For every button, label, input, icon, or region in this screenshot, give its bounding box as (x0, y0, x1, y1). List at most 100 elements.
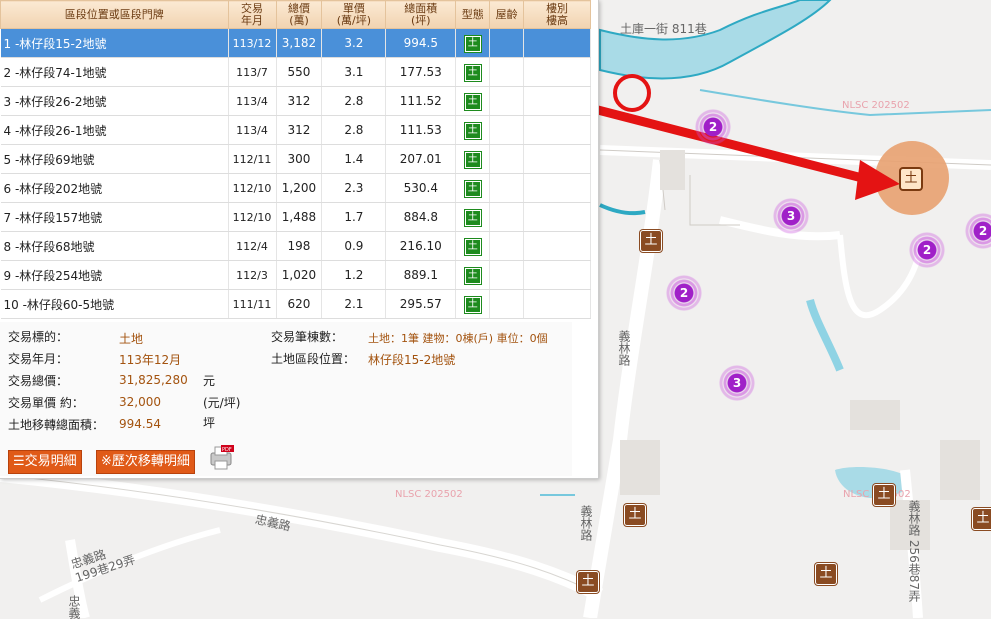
cell-unit-price: 0.9 (321, 231, 387, 261)
table-row[interactable]: 2 -林仔段74-1地號 113/7 550 3.1 177.53 土 (0, 57, 591, 87)
table-row[interactable]: 5 -林仔段69地號 112/11 300 1.4 207.01 土 (0, 144, 591, 174)
land-type-icon: 土 (464, 151, 481, 168)
table-row[interactable]: 3 -林仔段26-2地號 113/4 312 2.8 111.52 土 (0, 86, 591, 116)
cell-location: 3 -林仔段26-2地號 (0, 86, 229, 116)
cluster-marker[interactable]: 3 (773, 198, 809, 234)
land-type-icon: 土 (464, 209, 481, 226)
cell-unit-price: 2.3 (321, 173, 387, 203)
header-location[interactable]: 區段位置或區段門牌 (0, 0, 229, 29)
cell-location: 2 -林仔段74-1地號 (0, 57, 229, 87)
land-marker[interactable]: 土 (873, 484, 895, 506)
total-value: 31,825,280 (119, 373, 188, 387)
cluster-marker[interactable]: 2 (965, 213, 991, 249)
cluster-marker[interactable]: 2 (666, 275, 702, 311)
table-row[interactable]: 9 -林仔段254地號 112/3 1,020 1.2 889.1 土 (0, 260, 591, 290)
cell-type: 土 (455, 260, 491, 290)
land-marker[interactable]: 土 (577, 571, 599, 593)
cell-floor (523, 260, 591, 290)
cluster-count: 2 (708, 120, 718, 134)
cell-unit-price: 2.1 (321, 289, 387, 319)
cell-unit-price: 3.1 (321, 57, 387, 87)
cell-unit-price: 1.2 (321, 260, 387, 290)
cell-total: 312 (276, 86, 323, 116)
cluster-count: 3 (786, 209, 796, 223)
cell-location: 8 -林仔段68地號 (0, 231, 229, 261)
cluster-marker[interactable]: 2 (695, 109, 731, 145)
header-age[interactable]: 屋齡 (489, 0, 525, 29)
total-label: 交易總價： (8, 374, 69, 388)
cell-area: 207.01 (385, 144, 457, 174)
table-header-row: 區段位置或區段門牌 交易 年月 總價 (萬) 單價 (萬/坪) 總面積 (坪) … (0, 0, 591, 29)
land-type-icon: 土 (464, 238, 481, 255)
cell-age (489, 86, 525, 116)
table-row[interactable]: 8 -林仔段68地號 112/4 198 0.9 216.10 土 (0, 231, 591, 261)
cell-floor (523, 202, 591, 232)
header-floor[interactable]: 樓別 樓高 (523, 0, 591, 29)
cell-total: 300 (276, 144, 323, 174)
land-marker[interactable]: 土 (972, 508, 991, 530)
cell-total: 1,020 (276, 260, 323, 290)
cell-age (489, 57, 525, 87)
cell-location: 4 -林仔段26-1地號 (0, 115, 229, 145)
table-row[interactable]: 6 -林仔段202地號 112/10 1,200 2.3 530.4 土 (0, 173, 591, 203)
location-label: 土地區段位置： (271, 352, 356, 366)
cell-date: 112/10 (228, 202, 277, 232)
cell-date: 112/4 (228, 231, 277, 261)
cell-date: 113/12 (228, 28, 277, 58)
date-value: 113年12月 (119, 353, 182, 367)
cell-date: 112/11 (228, 144, 277, 174)
cell-location: 6 -林仔段202地號 (0, 173, 229, 203)
header-area[interactable]: 總面積 (坪) (385, 0, 457, 29)
transfer-history-button[interactable]: ※歷次移轉明細 (96, 450, 195, 474)
cell-type: 土 (455, 202, 491, 232)
cell-floor (523, 115, 591, 145)
cell-area: 177.53 (385, 57, 457, 87)
table-row[interactable]: 10 -林仔段60-5地號 111/11 620 2.1 295.57 土 (0, 289, 591, 319)
land-marker[interactable]: 土 (640, 230, 662, 252)
header-date[interactable]: 交易 年月 (227, 0, 277, 29)
cell-area: 216.10 (385, 231, 457, 261)
cluster-marker[interactable]: 2 (909, 232, 945, 268)
land-marker[interactable]: 土 (624, 504, 646, 526)
road-label: 義林路 (579, 505, 593, 541)
svg-text:PDF: PDF (222, 447, 232, 453)
header-total[interactable]: 總價 (萬) (275, 0, 323, 29)
cell-age (489, 115, 525, 145)
land-type-icon: 土 (464, 296, 481, 313)
cell-total: 1,488 (276, 202, 323, 232)
cluster-marker[interactable]: 3 (719, 365, 755, 401)
cell-age (489, 144, 525, 174)
transaction-details-button[interactable]: ☰交易明細 (8, 450, 82, 474)
cell-floor (523, 28, 591, 58)
cell-location: 1 -林仔段15-2地號 (0, 28, 229, 58)
cell-age (489, 260, 525, 290)
print-pdf-icon[interactable]: PDF (207, 445, 235, 471)
header-unit-price[interactable]: 單價 (萬/坪) (321, 0, 387, 29)
cell-date: 112/10 (228, 173, 277, 203)
cluster-count: 2 (922, 243, 932, 257)
cell-age (489, 231, 525, 261)
road-label: 義林路 (617, 330, 631, 366)
cell-unit-price: 1.7 (321, 202, 387, 232)
cell-area: 884.8 (385, 202, 457, 232)
land-marker[interactable]: 土 (815, 563, 837, 585)
header-type[interactable]: 型態 (455, 0, 491, 29)
land-marker-selected[interactable]: 土 (900, 168, 922, 190)
unit-price-unit: (元/坪) (203, 396, 241, 410)
table-row[interactable]: 1 -林仔段15-2地號 113/12 3,182 3.2 994.5 土 (0, 28, 591, 58)
table-row[interactable]: 4 -林仔段26-1地號 113/4 312 2.8 111.53 土 (0, 115, 591, 145)
cell-location: 5 -林仔段69地號 (0, 144, 229, 174)
cell-floor (523, 86, 591, 116)
road-label: 土庫一街 811巷 (620, 22, 707, 36)
transaction-table: 區段位置或區段門牌 交易 年月 總價 (萬) 單價 (萬/坪) 總面積 (坪) … (0, 0, 591, 319)
cell-age (489, 28, 525, 58)
cell-floor (523, 173, 591, 203)
land-type-icon: 土 (464, 267, 481, 284)
unit-price-label: 交易單價 約： (8, 396, 84, 410)
cell-total: 1,200 (276, 173, 323, 203)
cell-type: 土 (455, 173, 491, 203)
table-row[interactable]: 7 -林仔段157地號 112/10 1,488 1.7 884.8 土 (0, 202, 591, 232)
subject-label: 交易標的： (8, 330, 69, 344)
cell-type: 土 (455, 144, 491, 174)
cell-type: 土 (455, 28, 491, 58)
